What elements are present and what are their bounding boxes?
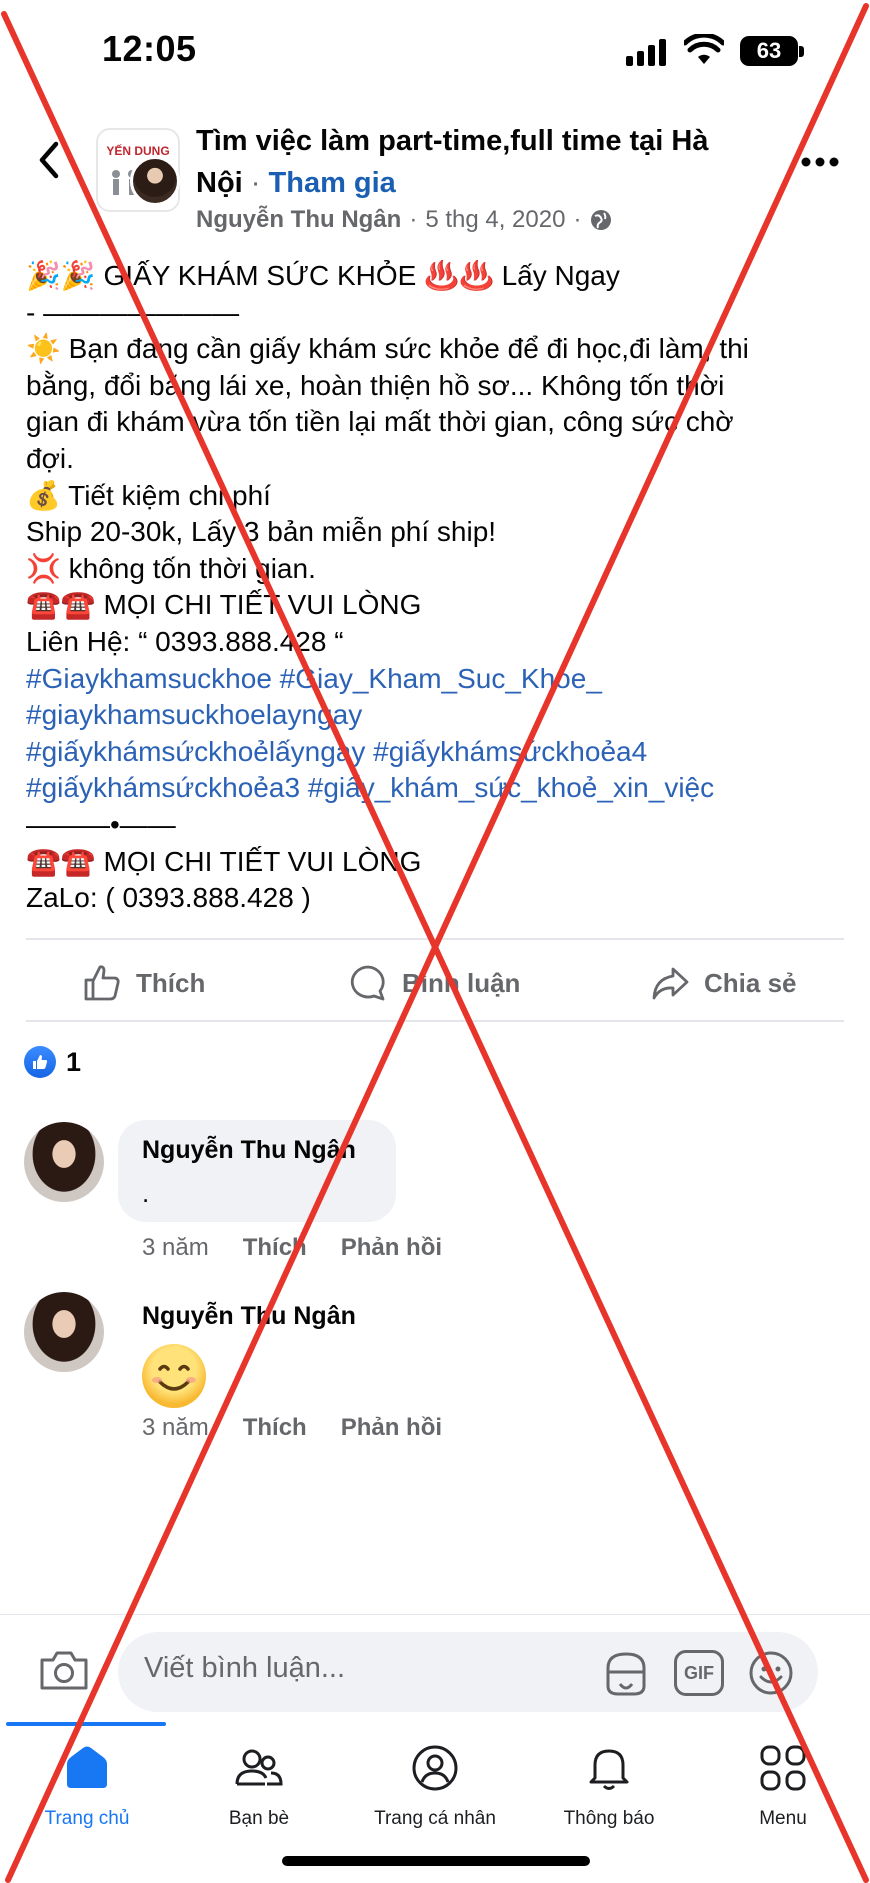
battery-icon: 63 [740,36,798,66]
group-title[interactable]: Tìm việc làm part-time,full time tại Hà … [196,120,756,204]
zalo-contact-line: ZaLo: ( 0393.888.428 ) [26,882,311,914]
nav-label: Trang cá nhân [374,1808,496,1829]
wifi-icon [684,34,724,64]
share-arrow-icon [652,967,689,1000]
post-line: ———•—— [26,808,176,840]
share-label: Chia sẻ [704,967,797,998]
hashtag-line[interactable]: #giaykhamsuckhoelayngay [26,697,846,734]
divider [26,938,844,940]
profile-icon [412,1745,458,1791]
like-label: Thích [136,967,206,998]
phone-contact-line: Liên Hệ: “ 0393.888.428 “ [26,625,344,657]
globe-icon [591,210,612,230]
reactions-summary[interactable]: 1 [24,1046,81,1078]
status-time: 12:05 [102,28,197,69]
menu-icon [760,1745,806,1791]
post-line: Ship 20-30k, Lấy 3 bản miễn phí ship! [26,516,497,548]
divider [26,1020,844,1022]
comment-bubble-icon [350,965,385,1001]
commenter-avatar[interactable] [24,1292,104,1372]
meta-separator-2: · [573,206,582,233]
post-line: gian đi khám vừa tốn tiền lại mất thời g… [26,406,734,438]
meta-separator: · [409,206,418,233]
comment-reply-link[interactable]: Phản hồi [341,1234,442,1262]
gif-icon[interactable]: GIF [674,1650,724,1696]
nav-label: Bạn bè [228,1808,290,1829]
nav-label: Menu [759,1808,807,1829]
nav-home[interactable]: Trang chủ [0,1742,174,1832]
reaction-count: 1 [66,1046,82,1077]
post-body: 🎉🎉 GIẤY KHÁM SỨC KHỎE ♨️♨️ Lấy Ngay - ——… [26,258,846,917]
comment-reply-link[interactable]: Phản hồi [341,1414,442,1442]
emoji-icon[interactable] [748,1650,794,1696]
more-options-icon[interactable] [800,156,840,168]
comment-label: Bình luận [402,967,521,998]
nav-notifications[interactable]: Thông báo [522,1742,696,1832]
title-separator: · [250,167,261,199]
comment-meta: 3 năm Thích Phản hồi [142,1234,476,1262]
post-line: 🎉🎉 GIẤY KHÁM SỨC KHỎE ♨️♨️ Lấy Ngay [26,260,620,291]
group-logo-text: YẾN DUNG [106,144,170,158]
comment-time: 3 năm [142,1414,209,1441]
join-group-link[interactable]: Tham gia [269,167,396,199]
comment-like-link[interactable]: Thích [243,1234,307,1262]
nav-profile[interactable]: Trang cá nhân [348,1742,522,1832]
post-line: ☎️☎️ MỌI CHI TIẾT VUI LÒNG [26,845,422,877]
comment-time: 3 năm [142,1234,209,1261]
post-line: ☎️☎️ MỌI CHI TIẾT VUI LÒNG [26,589,422,621]
post-date[interactable]: 5 thg 4, 2020 [425,206,565,234]
post-meta: Nguyễn Thu Ngân · 5 thg 4, 2020 · [196,206,613,234]
hashtag-line[interactable]: #giấykhámsứckhoẻa3 #giấy_khám_sức_khoẻ_x… [26,770,846,807]
comment-text: . [142,1178,150,1208]
commenter-avatar[interactable] [24,1122,104,1202]
post-line: đợi. [26,442,74,474]
hashtag-line[interactable]: #giấykhámsứckhoẻlấyngay #giấykhámsứckhoẻ… [26,734,846,771]
smile-face-icon [152,1364,196,1391]
comment-meta: 3 năm Thích Phản hồi [142,1414,476,1442]
post-line: 💢 không tốn thời gian. [26,552,316,584]
bell-icon [589,1749,629,1790]
author-avatar[interactable] [130,156,180,206]
signal-icon [626,38,666,66]
friends-icon [235,1749,283,1786]
home-indicator [282,1856,590,1866]
like-button[interactable]: Thích [82,960,205,1006]
post-line: 💰 Tiết kiệm chi phí [26,479,271,511]
nav-active-indicator [6,1722,166,1726]
post-line: - ——————— [26,296,240,328]
camera-icon[interactable] [38,1648,90,1692]
back-arrow-icon[interactable] [34,138,64,182]
avatar-sticker-icon[interactable] [600,1648,652,1700]
thumbs-up-icon [84,965,120,1001]
nav-label: Trang chủ [44,1808,130,1829]
hashtag-line[interactable]: #Giaykhamsuckhoe #Giay_Kham_Suc_Khoe_ [26,661,846,698]
share-button[interactable]: Chia sẻ [650,960,797,1006]
commenter-name[interactable]: Nguyễn Thu Ngân [142,1302,356,1331]
home-icon [67,1746,107,1788]
post-line: ☀️ Bạn đang cần giấy khám sức khỏe để đi… [26,333,749,365]
comment-placeholder[interactable]: Viết bình luận... [144,1652,345,1685]
nav-menu[interactable]: Menu [696,1742,870,1832]
battery-level: 63 [756,38,782,63]
comment-like-link[interactable]: Thích [243,1414,307,1442]
commenter-name[interactable]: Nguyễn Thu Ngân [142,1136,356,1165]
battery-tip [799,46,804,57]
nav-label: Thông báo [563,1808,655,1829]
nav-friends[interactable]: Bạn bè [172,1742,346,1832]
smiling-emoji [142,1344,206,1408]
like-reaction-icon [24,1046,56,1078]
comment-button[interactable]: Bình luận [348,960,520,1006]
post-line: bằng, đổi bằng lái xe, hoàn thiện hồ sơ.… [26,369,725,401]
gif-label: GIF [684,1662,714,1683]
post-author[interactable]: Nguyễn Thu Ngân [196,206,401,234]
status-bar: 12:05 63 [0,0,870,100]
thumbs-up-small-icon [33,1055,48,1069]
